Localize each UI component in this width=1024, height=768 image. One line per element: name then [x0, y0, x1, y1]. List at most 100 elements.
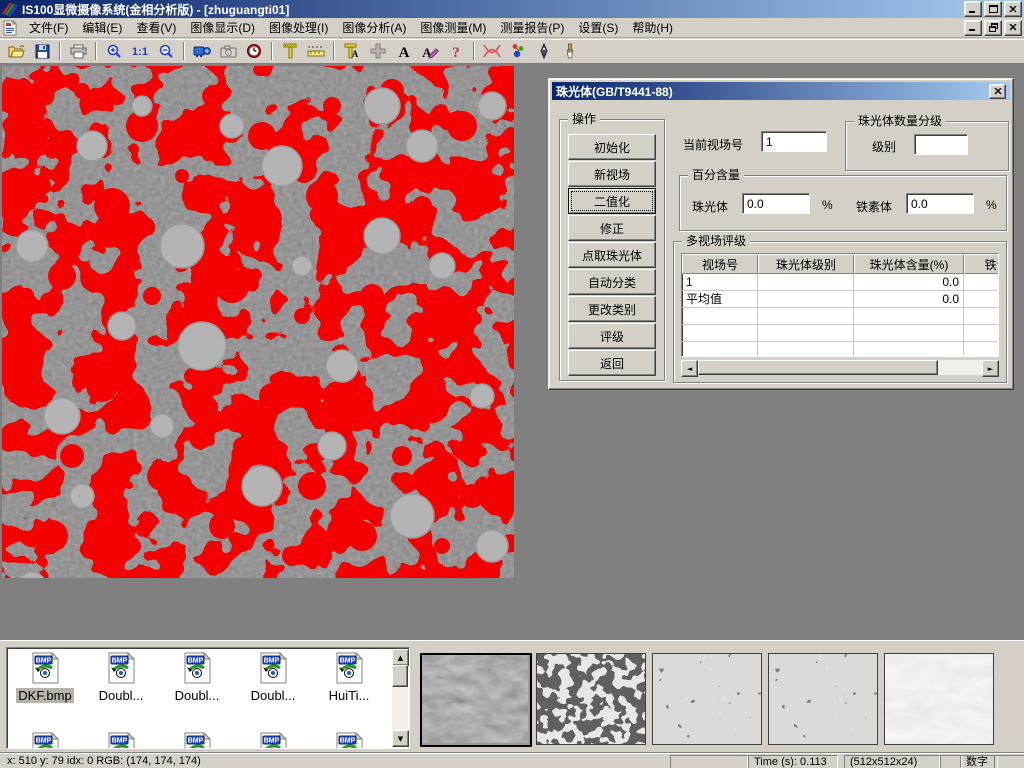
file-name[interactable]: HuiTi... [327, 688, 372, 703]
menu-bar: 文件(F) 编辑(E) 查看(V) 图像显示(D) 图像处理(I) 图像分析(A… [0, 18, 1024, 38]
current-field-input[interactable] [761, 131, 827, 152]
mdi-close-button[interactable] [1004, 20, 1022, 36]
scroll-up-icon[interactable]: ▲ [392, 649, 409, 666]
timer-clock-icon[interactable] [241, 40, 267, 62]
mdi-restore-button[interactable] [984, 20, 1002, 36]
menu-image-measure[interactable]: 图像测量(M) [413, 17, 493, 38]
zoom-out-icon[interactable] [153, 40, 179, 62]
file-item[interactable]: BMP Doubl... [85, 652, 157, 703]
curve-tool-icon[interactable] [479, 40, 505, 62]
return-button[interactable]: 返回 [568, 350, 656, 376]
save-icon[interactable] [29, 40, 55, 62]
maximize-button[interactable] [984, 1, 1002, 17]
print-icon[interactable] [65, 40, 91, 62]
annotate-pencil-icon[interactable]: A [417, 40, 443, 62]
ferrite-value-input[interactable] [906, 193, 974, 214]
zoom-in-icon[interactable] [101, 40, 127, 62]
table-row[interactable] [682, 308, 998, 325]
bmp-file-icon: BMP [333, 732, 365, 749]
status-panel-empty [940, 755, 962, 768]
help-question-icon[interactable]: ? [443, 40, 469, 62]
table-row[interactable] [682, 325, 998, 342]
file-name[interactable]: Doubl... [173, 688, 222, 703]
file-item[interactable]: BMP [161, 732, 233, 749]
pearlite-value-input[interactable] [742, 193, 810, 214]
change-class-button[interactable]: 更改类别 [568, 296, 656, 322]
file-item[interactable]: BMP DKF.bmp [9, 652, 81, 703]
caliper-text-icon[interactable]: A [339, 40, 365, 62]
table-horizontal-scrollbar[interactable]: ◄ ► [681, 360, 999, 375]
pearlite-unit: % [822, 198, 833, 212]
actual-size-icon[interactable]: 1:1 [127, 40, 153, 62]
open-folder-icon[interactable] [3, 40, 29, 62]
file-item[interactable]: BMP Doubl... [161, 652, 233, 703]
file-item[interactable]: BMP Doubl... [237, 652, 309, 703]
video-capture-icon[interactable] [189, 40, 215, 62]
scrollbar-thumb[interactable] [392, 665, 408, 687]
thumbnail-2[interactable] [536, 653, 646, 745]
grading-group-label: 珠光体数量分级 [854, 114, 946, 129]
caliper-icon[interactable] [277, 40, 303, 62]
menu-image-display[interactable]: 图像显示(D) [183, 17, 262, 38]
text-a-icon[interactable]: A [391, 40, 417, 62]
dialog-close-icon[interactable] [989, 84, 1006, 99]
rate-button[interactable]: 评级 [568, 323, 656, 349]
table-row[interactable] [682, 342, 998, 357]
bmp-file-icon: BMP [181, 652, 213, 684]
level-input[interactable] [914, 134, 968, 155]
menu-file[interactable]: 文件(F) [22, 17, 75, 38]
scroll-left-icon[interactable]: ◄ [681, 360, 698, 377]
menu-image-process[interactable]: 图像处理(I) [262, 17, 335, 38]
file-item[interactable]: BMP [85, 732, 157, 749]
auto-classify-button[interactable]: 自动分类 [568, 269, 656, 295]
menu-view[interactable]: 查看(V) [129, 17, 183, 38]
init-button[interactable]: 初始化 [568, 134, 656, 160]
thumbnail-5[interactable] [884, 653, 994, 745]
file-name[interactable]: Doubl... [97, 688, 146, 703]
minimize-button[interactable] [964, 1, 982, 17]
dialog-title-bar[interactable]: 珠光体(GB/T9441-88) [552, 82, 1010, 100]
file-item[interactable]: BMP [237, 732, 309, 749]
scroll-down-icon[interactable]: ▼ [392, 730, 409, 747]
menu-help[interactable]: 帮助(H) [625, 17, 680, 38]
correct-button[interactable]: 修正 [568, 215, 656, 241]
menu-settings[interactable]: 设置(S) [571, 17, 625, 38]
thumbnail-1[interactable] [420, 653, 532, 747]
scroll-right-icon[interactable]: ► [982, 360, 999, 377]
table-row[interactable]: 1 0.0 [682, 274, 998, 291]
snapshot-camera-icon[interactable] [215, 40, 241, 62]
brush-tool-icon[interactable] [557, 40, 583, 62]
header-pearlite-content[interactable]: 珠光体含量(%) [854, 254, 964, 274]
header-field-no[interactable]: 视场号 [682, 254, 758, 274]
header-ferrite-content[interactable]: 铁素体含量(%) [964, 254, 999, 274]
phase-color-dots-icon[interactable] [505, 40, 531, 62]
table-row[interactable]: 平均值 0.0 [682, 291, 998, 308]
svg-text:BMP: BMP [36, 658, 52, 665]
toolbar-separator [473, 42, 475, 60]
thumbnail-4[interactable] [768, 653, 878, 745]
ferrite-label: 铁素体 [856, 198, 892, 215]
merge-cross-icon[interactable] [365, 40, 391, 62]
close-button[interactable] [1004, 1, 1022, 17]
window-title: IS100显微摄像系统(金相分析版) - [zhuguangti01] [22, 1, 962, 18]
binarize-button[interactable]: 二值化 [568, 188, 656, 214]
pick-pearlite-button[interactable]: 点取珠光体 [568, 242, 656, 268]
mdi-minimize-button[interactable] [964, 20, 982, 36]
pen-tool-icon[interactable] [531, 40, 557, 62]
file-item[interactable]: BMP HuiTi... [313, 652, 385, 703]
file-list-scrollbar[interactable]: ▲ ▼ [392, 649, 408, 747]
svg-text:BMP: BMP [188, 658, 204, 665]
header-pearlite-level[interactable]: 珠光体级别 [758, 254, 854, 274]
file-item[interactable]: BMP [9, 732, 81, 749]
menu-edit[interactable]: 编辑(E) [75, 17, 129, 38]
metallograph-image[interactable] [2, 66, 514, 578]
dotted-ruler-icon[interactable] [303, 40, 329, 62]
thumbnail-3[interactable] [652, 653, 762, 745]
new-field-button[interactable]: 新视场 [568, 161, 656, 187]
file-item[interactable]: BMP [313, 732, 385, 749]
file-name[interactable]: Doubl... [249, 688, 298, 703]
scrollbar-thumb[interactable] [698, 360, 938, 375]
menu-measure-report[interactable]: 测量报告(P) [493, 17, 571, 38]
file-name[interactable]: DKF.bmp [16, 688, 73, 703]
menu-image-analysis[interactable]: 图像分析(A) [335, 17, 413, 38]
